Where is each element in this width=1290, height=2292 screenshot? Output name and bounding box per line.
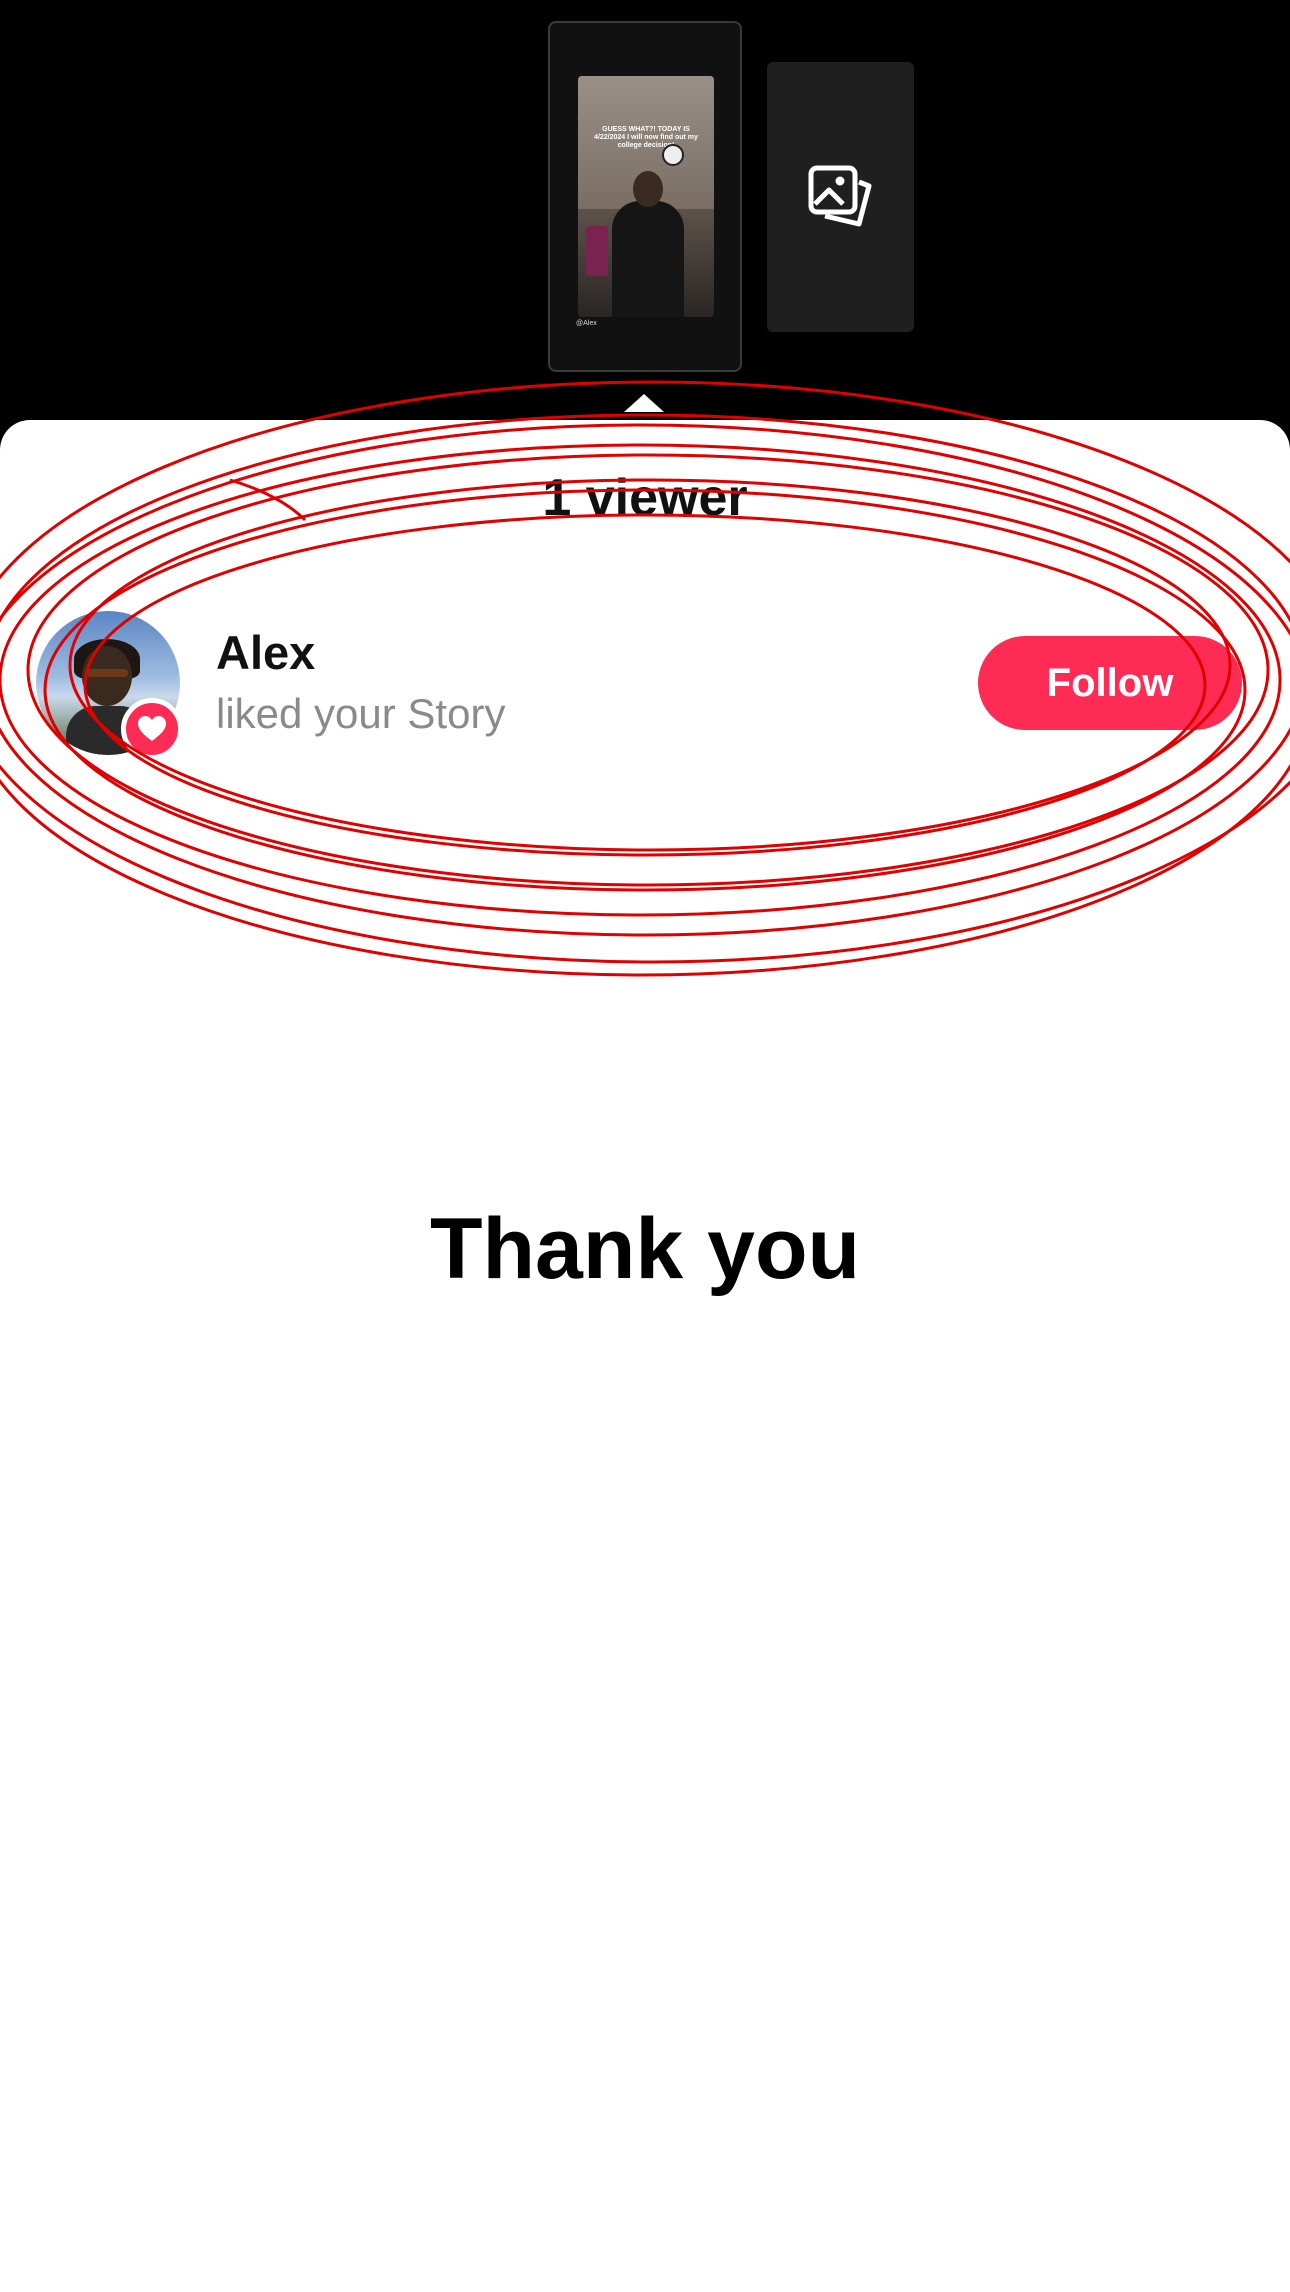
story-strip: GUESS WHAT?! TODAY IS 4/22/2024 I will n… <box>0 0 1290 420</box>
viewer-activity: liked your Story <box>216 690 506 737</box>
selection-pointer <box>624 394 664 412</box>
heart-icon <box>138 716 166 741</box>
thank-you-message: Thank you <box>429 1201 861 1297</box>
photos-icon <box>808 165 872 227</box>
viewer-name[interactable]: Alex <box>216 625 315 680</box>
clock-icon <box>662 144 684 166</box>
add-media-button[interactable] <box>767 62 914 332</box>
like-badge <box>121 698 183 760</box>
story-handle: @Alex <box>576 320 597 327</box>
story-preview-image: GUESS WHAT?! TODAY IS 4/22/2024 I will n… <box>578 76 714 317</box>
viewer-count-title: 1 viewer <box>542 469 748 527</box>
story-caption: GUESS WHAT?! TODAY IS 4/22/2024 I will n… <box>594 126 698 149</box>
follow-button[interactable]: Follow <box>978 636 1242 730</box>
